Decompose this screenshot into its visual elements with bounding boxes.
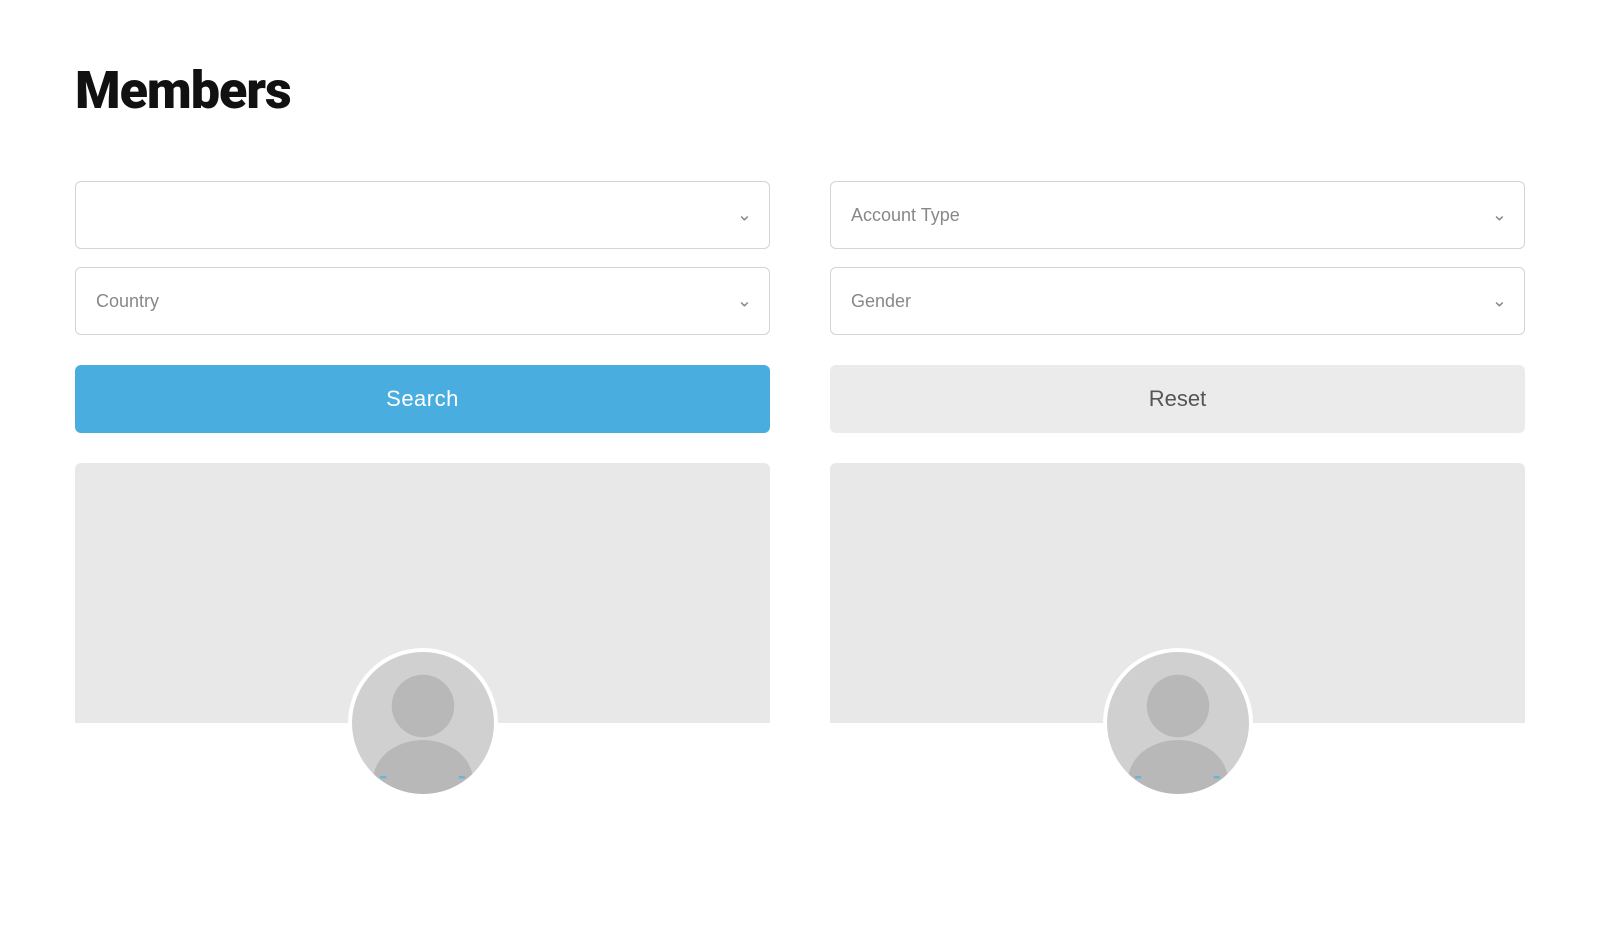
page-title: Members: [75, 60, 1525, 121]
dash-left: -: [379, 765, 388, 790]
account-type-select[interactable]: Account Type Free Premium Business: [830, 181, 1525, 249]
card-dots: - -: [1134, 765, 1221, 790]
gender-select-wrapper: Gender Male Female Other ⌄: [830, 267, 1525, 335]
dash-left: -: [1134, 765, 1143, 790]
account-type-select-wrapper: Account Type Free Premium Business ⌄: [830, 181, 1525, 249]
country-select-wrapper: Country United States United Kingdom Can…: [75, 267, 770, 335]
card-dots: - -: [379, 765, 466, 790]
card-avatar-wrapper: - -: [75, 648, 770, 798]
gender-select[interactable]: Gender Male Female Other: [830, 267, 1525, 335]
reset-button[interactable]: Reset: [830, 365, 1525, 433]
dash-right: -: [458, 765, 467, 790]
country-select[interactable]: Country United States United Kingdom Can…: [75, 267, 770, 335]
dash-right: -: [1213, 765, 1222, 790]
member-card: - -: [75, 463, 770, 798]
first-select[interactable]: [75, 181, 770, 249]
first-select-wrapper: ⌄: [75, 181, 770, 249]
card-avatar-wrapper: - -: [830, 648, 1525, 798]
member-card: - -: [830, 463, 1525, 798]
search-button[interactable]: Search: [75, 365, 770, 433]
